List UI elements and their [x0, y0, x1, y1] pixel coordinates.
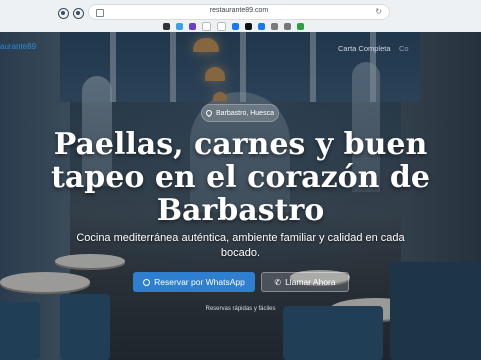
ext-x-icon[interactable] — [245, 22, 252, 30]
hero-section: aurante89 Carta Completa Co Barbastro, H… — [0, 32, 481, 360]
extensions-bar — [163, 21, 304, 31]
ext-ig-icon[interactable] — [271, 22, 278, 30]
call-now-button[interactable]: ✆ Llamar Ahora — [261, 272, 349, 292]
sidebar-toggle-icon[interactable] — [58, 8, 69, 19]
location-pin-icon — [204, 108, 214, 118]
reserve-whatsapp-label: Reservar por WhatsApp — [154, 277, 245, 287]
call-now-label: Llamar Ahora — [285, 277, 336, 287]
ext-f2-icon[interactable] — [258, 22, 265, 30]
location-badge: Barbastro, Huesca — [201, 104, 279, 122]
ext-g-icon[interactable] — [202, 21, 211, 31]
nav-link-carta[interactable]: Carta Completa — [338, 44, 391, 53]
ext-g2-icon[interactable] — [217, 21, 226, 31]
ext-green-icon[interactable] — [297, 22, 304, 30]
reload-icon[interactable]: ↻ — [375, 7, 382, 16]
phone-icon: ✆ — [274, 277, 282, 287]
reserve-whatsapp-button[interactable]: Reservar por WhatsApp — [133, 272, 255, 292]
url-text: restaurante89.com — [209, 7, 269, 14]
ext-dot-icon[interactable] — [163, 22, 170, 30]
hero-subtitle: Cocina mediterránea auténtica, ambiente … — [76, 232, 405, 259]
ext-globe-icon[interactable] — [284, 22, 291, 30]
ext-f-icon[interactable] — [232, 22, 239, 30]
ext-cloud-icon[interactable] — [176, 22, 183, 30]
hero-caption: Reservas rápidas y fáciles — [205, 306, 276, 312]
profile-icon[interactable] — [73, 8, 84, 19]
whatsapp-icon — [143, 278, 151, 286]
browser-toolbar: restaurante89.com ↻ — [0, 0, 481, 33]
nav-link-contacto[interactable]: Co — [399, 44, 409, 53]
site-brand[interactable]: aurante89 — [0, 42, 36, 51]
address-bar[interactable]: restaurante89.com ↻ — [88, 4, 390, 20]
hero-title: Paellas, carnes y buen tapeo en el coraz… — [51, 127, 430, 228]
location-text: Barbastro, Huesca — [216, 109, 274, 117]
ext-check-icon[interactable] — [189, 22, 196, 30]
